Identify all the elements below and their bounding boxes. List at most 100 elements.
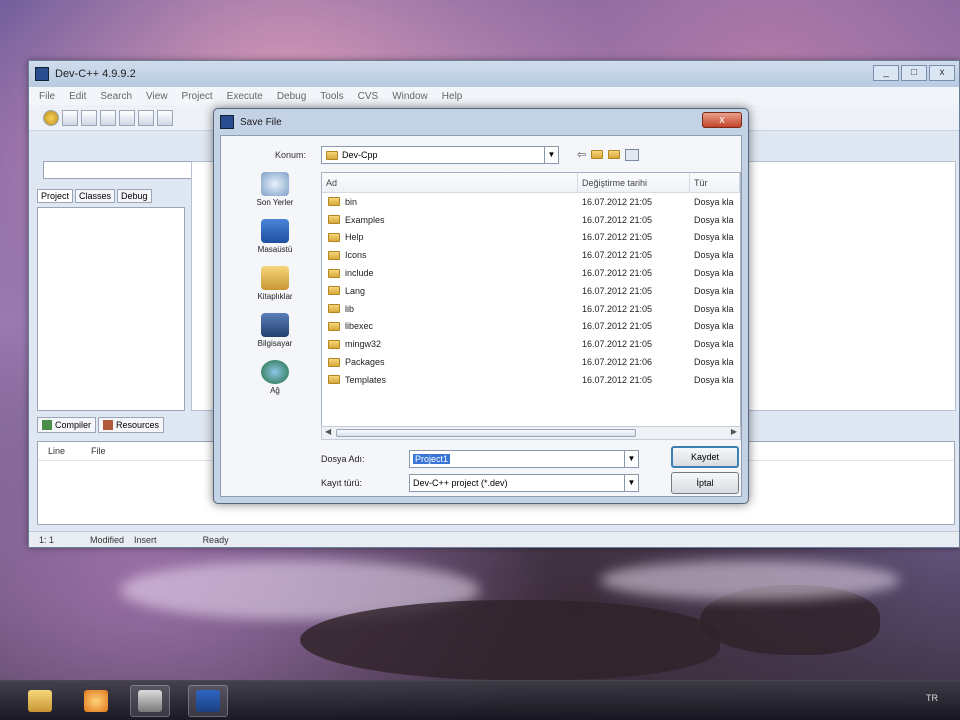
file-row[interactable]: mingw32 16.07.2012 21:05 Dosya kla	[322, 335, 740, 353]
col-line[interactable]: Line	[48, 446, 65, 456]
file-row[interactable]: include 16.07.2012 21:05 Dosya kla	[322, 264, 740, 282]
close-button[interactable]: x	[929, 65, 955, 81]
file-name-cell: lib	[322, 304, 578, 314]
menu-file[interactable]: File	[39, 91, 55, 102]
new-folder-icon[interactable]	[608, 150, 621, 159]
place-network[interactable]: Ağ	[225, 360, 325, 395]
menu-search[interactable]: Search	[100, 91, 132, 102]
file-row[interactable]: libexec 16.07.2012 21:05 Dosya kla	[322, 318, 740, 336]
project-tree-panel[interactable]	[37, 207, 185, 411]
tab-resources[interactable]: Resources	[98, 417, 165, 433]
scroll-left-icon[interactable]: ◀	[325, 427, 331, 436]
chevron-down-icon[interactable]: ▼	[544, 147, 558, 163]
file-row[interactable]: bin 16.07.2012 21:05 Dosya kla	[322, 193, 740, 211]
menu-project[interactable]: Project	[182, 91, 213, 102]
view-menu-icon[interactable]	[625, 148, 640, 161]
file-list-header: Ad Değiştirme tarihi Tür	[322, 173, 740, 193]
file-row[interactable]: Help 16.07.2012 21:05 Dosya kla	[322, 229, 740, 247]
file-row[interactable]: Examples 16.07.2012 21:05 Dosya kla	[322, 211, 740, 229]
menu-edit[interactable]: Edit	[69, 91, 86, 102]
place-computer[interactable]: Bilgisayar	[225, 313, 325, 348]
network-icon	[261, 360, 289, 384]
resources-icon	[103, 420, 114, 430]
compiler-icon	[42, 420, 52, 430]
close-file-icon[interactable]	[138, 109, 154, 126]
place-libraries[interactable]: Kitaplıklar	[225, 266, 325, 301]
save-all-icon[interactable]	[119, 109, 135, 126]
folder-icon	[328, 232, 340, 242]
project-icon[interactable]	[43, 109, 59, 126]
file-name: mingw32	[345, 339, 382, 350]
menu-help[interactable]: Help	[442, 91, 463, 102]
back-arrow-icon[interactable]: ⇦	[577, 148, 586, 161]
file-type: Dosya kla	[694, 285, 734, 296]
chevron-down-icon[interactable]: ▼	[624, 475, 638, 491]
save-button[interactable]: Kaydet	[671, 446, 739, 468]
file-type: Dosya kla	[694, 374, 734, 385]
print-icon[interactable]	[157, 109, 173, 126]
devcpp-app-icon	[35, 67, 49, 81]
file-row[interactable]: lib 16.07.2012 21:05 Dosya kla	[322, 300, 740, 318]
open-icon[interactable]	[62, 109, 78, 126]
taskbar-camera[interactable]	[130, 685, 170, 717]
menu-cvs[interactable]: CVS	[358, 91, 379, 102]
scroll-right-icon[interactable]: ▶	[731, 427, 737, 436]
place-label: Kitaplıklar	[257, 292, 293, 301]
file-row[interactable]: Icons 16.07.2012 21:05 Dosya kla	[322, 246, 740, 264]
column-type[interactable]: Tür	[690, 173, 740, 192]
minimize-button[interactable]: _	[873, 65, 899, 81]
file-name-cell: libexec	[322, 321, 578, 331]
file-row[interactable]: Lang 16.07.2012 21:05 Dosya kla	[322, 282, 740, 300]
filename-input[interactable]: Project1 ▼	[409, 450, 639, 468]
file-row[interactable]: Templates 16.07.2012 21:05 Dosya kla	[322, 371, 740, 389]
folder-icon	[328, 268, 340, 278]
file-name-cell: Templates	[322, 375, 578, 385]
tab-project[interactable]: Project	[37, 189, 74, 203]
place-desktop[interactable]: Masaüstü	[225, 219, 325, 254]
taskbar-devcpp[interactable]	[188, 685, 228, 717]
taskbar-explorer[interactable]	[20, 685, 60, 717]
location-combo[interactable]: Dev-Cpp ▼	[321, 146, 559, 164]
file-row[interactable]: Packages 16.07.2012 21:06 Dosya kla	[322, 353, 740, 371]
column-date[interactable]: Değiştirme tarihi	[578, 173, 690, 192]
menu-view[interactable]: View	[146, 91, 168, 102]
file-type: Dosya kla	[694, 303, 734, 314]
folder-icon	[328, 215, 340, 225]
tab-classes[interactable]: Classes	[75, 189, 116, 203]
file-name-cell: Icons	[322, 250, 578, 260]
cancel-button[interactable]: İptal	[671, 472, 739, 494]
filename-label: Dosya Adı:	[321, 454, 365, 464]
up-folder-icon[interactable]	[591, 150, 604, 159]
column-name[interactable]: Ad	[322, 173, 578, 192]
menu-debug[interactable]: Debug	[277, 91, 306, 102]
file-name: lib	[345, 303, 355, 314]
file-name-cell: mingw32	[322, 339, 578, 349]
file-name-cell: Help	[322, 232, 578, 242]
dialog-close-button[interactable]: x	[702, 112, 742, 128]
horizontal-scrollbar[interactable]: ◀ ▶	[321, 426, 741, 440]
tray-language[interactable]: TR	[926, 693, 938, 703]
scroll-thumb[interactable]	[336, 429, 636, 437]
dialog-title: Save File	[240, 116, 282, 128]
taskbar-media-player[interactable]	[76, 685, 116, 717]
camera-icon	[138, 690, 162, 712]
tab-debug[interactable]: Debug	[117, 189, 152, 203]
save-icon[interactable]	[100, 109, 116, 126]
filetype-select[interactable]: Dev-C++ project (*.dev) ▼	[409, 474, 639, 492]
file-list[interactable]: Ad Değiştirme tarihi Tür bin 16.07.2012 2…	[321, 172, 741, 430]
maximize-button[interactable]: □	[901, 65, 927, 81]
folder-icon	[328, 197, 340, 207]
folder-icon	[328, 250, 340, 260]
place-recent[interactable]: Son Yerler	[225, 172, 325, 207]
menu-execute[interactable]: Execute	[227, 91, 263, 102]
taskbar: TR	[0, 680, 960, 720]
file-name: Examples	[345, 214, 385, 225]
places-sidebar: Son Yerler Masaüstü Kitaplıklar Bilgisay…	[225, 172, 325, 412]
new-file-icon[interactable]	[81, 109, 97, 126]
menu-tools[interactable]: Tools	[320, 91, 343, 102]
file-type: Dosya kla	[694, 339, 734, 350]
tab-compiler[interactable]: Compiler	[37, 417, 97, 433]
col-file[interactable]: File	[91, 446, 106, 456]
chevron-down-icon[interactable]: ▼	[624, 451, 638, 467]
menu-window[interactable]: Window	[392, 91, 428, 102]
